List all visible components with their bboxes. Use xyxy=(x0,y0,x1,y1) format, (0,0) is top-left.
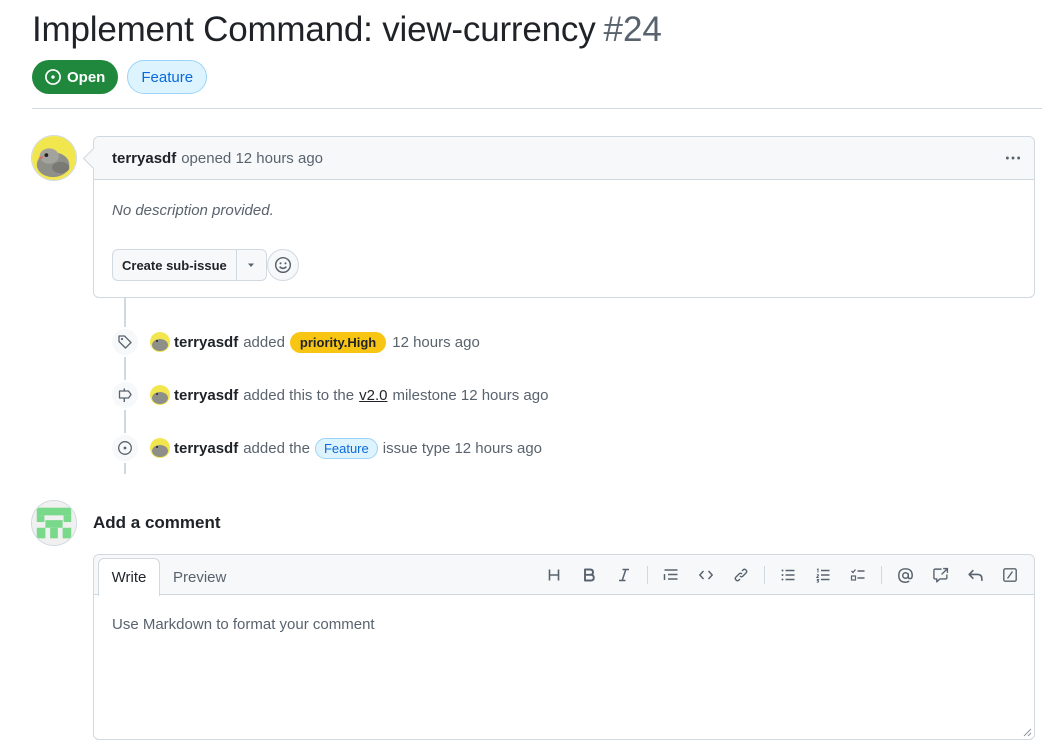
avatar[interactable] xyxy=(150,385,170,405)
ordered-list-icon[interactable] xyxy=(809,562,837,588)
mention-icon[interactable] xyxy=(891,562,919,588)
event-author[interactable]: terryasdf xyxy=(174,334,238,351)
timeline-event-label: terryasdf added priority.High 12 hours a… xyxy=(110,327,480,357)
milestone-link[interactable]: v2.0 xyxy=(359,387,387,404)
current-user-avatar[interactable] xyxy=(31,500,77,546)
event-time: issue type 12 hours ago xyxy=(382,439,543,457)
header-divider xyxy=(32,108,1042,109)
code-icon[interactable] xyxy=(692,562,720,588)
markdown-toolbar xyxy=(533,562,1024,588)
comment-header: terryasdf opened 12 hours ago xyxy=(94,137,1034,180)
comment-time[interactable]: 12 hours ago xyxy=(235,150,323,167)
issue-type-badge[interactable]: Feature xyxy=(127,60,208,94)
feature-type-label[interactable]: Feature xyxy=(314,437,378,459)
author-avatar[interactable] xyxy=(31,135,77,181)
toolbar-separator xyxy=(764,566,765,584)
create-sub-issue-button[interactable]: Create sub-issue xyxy=(113,250,237,280)
cross-reference-icon[interactable] xyxy=(926,562,954,588)
create-sub-issue-button-group: Create sub-issue xyxy=(112,249,267,281)
timeline-event-issue-type: terryasdf added the Feature issue type 1… xyxy=(110,433,542,463)
link-icon[interactable] xyxy=(727,562,755,588)
comment-author[interactable]: terryasdf xyxy=(112,150,176,167)
reply-icon[interactable] xyxy=(961,562,989,588)
state-badge-open: Open xyxy=(32,60,119,94)
avatar[interactable] xyxy=(150,438,170,458)
comment-textarea[interactable]: Use Markdown to format your comment xyxy=(112,616,375,633)
bold-icon[interactable] xyxy=(575,562,603,588)
issue-title: Implement Command: view-currency xyxy=(32,10,596,49)
toolbar-separator xyxy=(881,566,882,584)
comment-editor: Write Preview Use Markdown to format you… xyxy=(93,554,1035,740)
avatar[interactable] xyxy=(150,332,170,352)
timeline-event-milestone: terryasdf added this to the v2.0 milesto… xyxy=(110,380,548,410)
issue-opened-icon xyxy=(110,433,140,463)
create-sub-issue-label: Create sub-issue xyxy=(122,257,227,273)
issue-title-row: Implement Command: view-currency #24 xyxy=(32,10,662,50)
comment-action: opened xyxy=(181,149,232,167)
task-list-icon[interactable] xyxy=(844,562,872,588)
milestone-icon xyxy=(110,380,140,410)
event-action: added the xyxy=(243,439,310,457)
comment-body-text: No description provided. xyxy=(112,202,274,219)
issue-body-comment: terryasdf opened 12 hours ago No descrip… xyxy=(93,136,1035,298)
tab-preview[interactable]: Preview xyxy=(173,558,226,596)
quote-icon[interactable] xyxy=(657,562,685,588)
tag-icon xyxy=(110,327,140,357)
slash-command-icon[interactable] xyxy=(996,562,1024,588)
event-time[interactable]: 12 hours ago xyxy=(392,334,480,351)
add-comment-heading: Add a comment xyxy=(93,513,221,532)
event-author[interactable]: terryasdf xyxy=(174,440,238,457)
heading-icon[interactable] xyxy=(540,562,568,588)
issue-opened-icon xyxy=(45,69,61,85)
event-action: added xyxy=(243,333,285,351)
italic-icon[interactable] xyxy=(610,562,638,588)
event-time: milestone 12 hours ago xyxy=(392,386,549,404)
resize-handle-icon[interactable] xyxy=(1022,727,1032,737)
smiley-icon[interactable] xyxy=(267,249,299,281)
issue-state-row: Open Feature xyxy=(32,60,208,94)
triangle-down-icon[interactable] xyxy=(237,250,266,280)
kebab-horizontal-icon[interactable] xyxy=(1002,147,1024,169)
tab-write[interactable]: Write xyxy=(98,558,160,596)
identicon-image xyxy=(32,501,76,545)
event-action: added this to the xyxy=(243,386,355,404)
state-label: Open xyxy=(67,68,106,86)
toolbar-separator xyxy=(647,566,648,584)
event-author[interactable]: terryasdf xyxy=(174,387,238,404)
bird-avatar-image xyxy=(32,136,76,180)
editor-header: Write Preview xyxy=(94,555,1034,596)
issue-number: #24 xyxy=(603,10,662,49)
priority-label[interactable]: priority.High xyxy=(289,331,387,353)
unordered-list-icon[interactable] xyxy=(774,562,802,588)
issue-type-label: Feature xyxy=(141,68,194,86)
